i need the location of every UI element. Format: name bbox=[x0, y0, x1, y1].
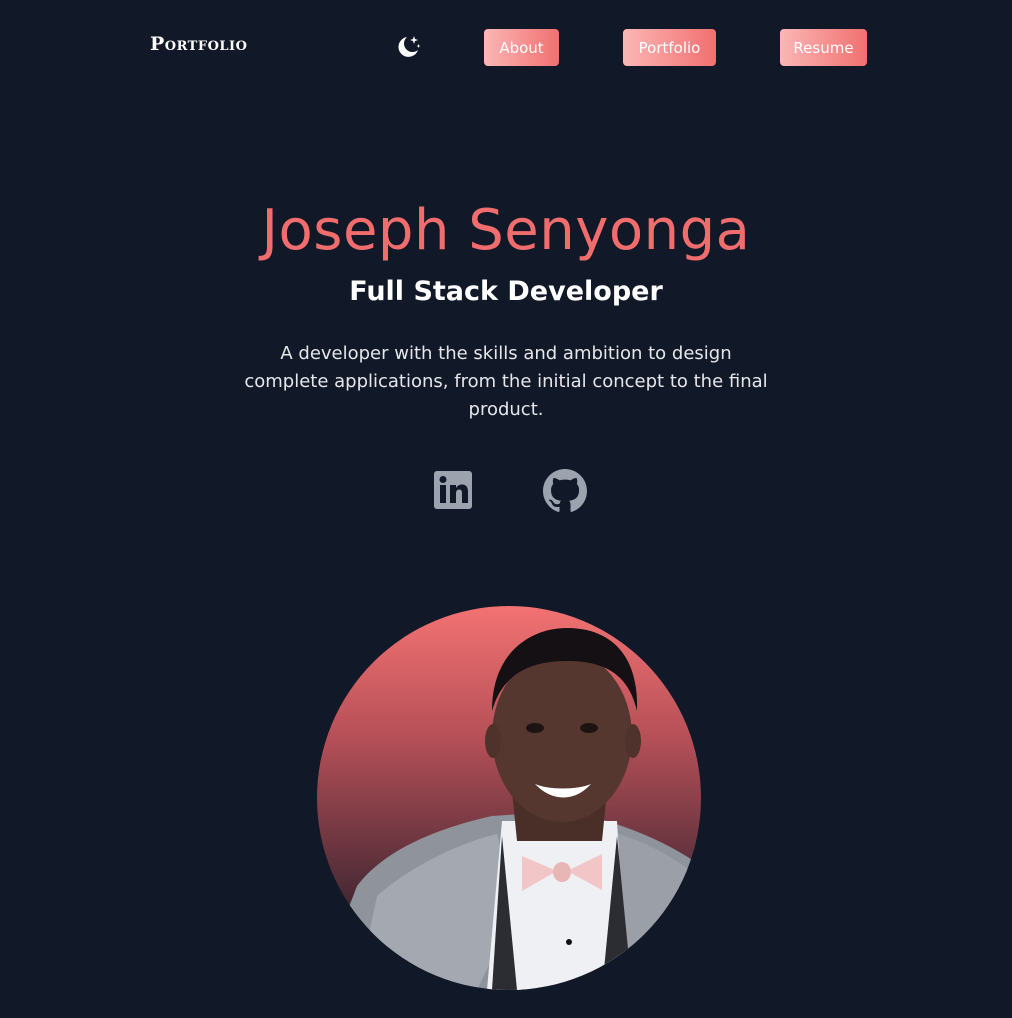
moon-stars-icon bbox=[398, 36, 421, 57]
resume-button[interactable]: Resume bbox=[780, 29, 867, 66]
linkedin-link[interactable] bbox=[432, 469, 476, 513]
page: Portfolio About Portfolio Resume Joseph … bbox=[0, 0, 1012, 1018]
theme-toggle-button[interactable] bbox=[394, 33, 422, 61]
person-portrait bbox=[317, 628, 701, 990]
portfolio-button[interactable]: Portfolio bbox=[623, 29, 716, 66]
top-nav: Portfolio About Portfolio Resume bbox=[0, 0, 1012, 95]
github-icon bbox=[543, 469, 587, 512]
hero-name: Joseph Senyonga bbox=[261, 198, 751, 263]
hero-description: A developer with the skills and ambition… bbox=[244, 343, 768, 420]
profile-photo bbox=[317, 606, 701, 990]
about-button[interactable]: About bbox=[484, 29, 559, 66]
linkedin-icon bbox=[434, 471, 472, 509]
hero-role: Full Stack Developer bbox=[349, 276, 663, 307]
github-link[interactable] bbox=[543, 469, 587, 513]
site-logo[interactable]: Portfolio bbox=[150, 33, 247, 55]
